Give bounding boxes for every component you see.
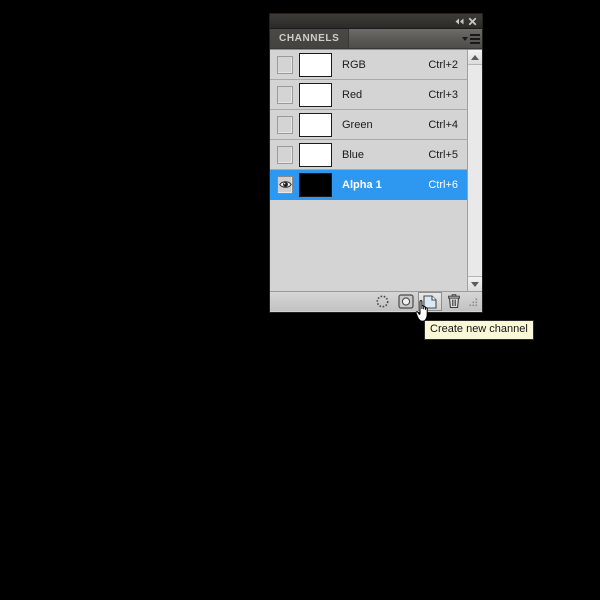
channel-thumbnail bbox=[299, 52, 332, 77]
tabstrip-filler bbox=[349, 29, 460, 48]
circle-in-square-glyph bbox=[398, 294, 414, 309]
close-icon[interactable] bbox=[466, 15, 479, 28]
double-left-arrow-icon[interactable] bbox=[453, 15, 466, 28]
panel-footer-toolbar bbox=[270, 291, 482, 311]
channel-name-label: Green bbox=[342, 118, 373, 131]
create-new-channel-icon[interactable] bbox=[418, 292, 442, 311]
visibility-empty-box bbox=[277, 55, 293, 74]
panel-menu-icon[interactable] bbox=[460, 29, 482, 48]
channel-row-red[interactable]: Red Ctrl+3 bbox=[270, 80, 467, 110]
vertical-scrollbar[interactable] bbox=[467, 50, 482, 291]
visibility-toggle-alpha-1[interactable] bbox=[274, 174, 296, 196]
resize-grip-glyph bbox=[469, 298, 478, 306]
double-left-arrow-glyph bbox=[455, 18, 464, 24]
visibility-toggle-blue[interactable] bbox=[274, 144, 296, 166]
panel-titlebar bbox=[270, 14, 482, 29]
arrow-down-glyph bbox=[471, 281, 479, 287]
chevron-down-icon bbox=[462, 36, 468, 41]
new-page-glyph bbox=[423, 294, 437, 309]
hamburger-icon bbox=[470, 33, 480, 44]
panel-body: RGB Ctrl+2 Red Ctrl+3 Green Ctrl+4 Blue Ctrl+5 A… bbox=[270, 49, 482, 291]
dotted-circle-glyph bbox=[376, 295, 388, 308]
channel-list: RGB Ctrl+2 Red Ctrl+3 Green Ctrl+4 Blue Ctrl+5 A… bbox=[270, 50, 467, 291]
channel-row-alpha-1[interactable]: Alpha 1 Ctrl+6 bbox=[270, 170, 467, 200]
channel-shortcut-label: Ctrl+6 bbox=[428, 178, 458, 191]
save-selection-as-channel-icon[interactable] bbox=[394, 292, 418, 311]
channel-shortcut-label: Ctrl+4 bbox=[428, 118, 458, 131]
panel-resize-grip[interactable] bbox=[468, 297, 478, 307]
channel-name-label: Red bbox=[342, 88, 363, 101]
scrollbar-track[interactable] bbox=[468, 65, 482, 276]
visibility-toggle-rgb[interactable] bbox=[274, 54, 296, 76]
channel-row-blue[interactable]: Blue Ctrl+5 bbox=[270, 140, 467, 170]
visibility-empty-box bbox=[277, 145, 293, 164]
panel-tabstrip: CHANNELS bbox=[270, 29, 482, 49]
tooltip: Create new channel bbox=[424, 320, 534, 340]
tooltip-text: Create new channel bbox=[430, 323, 528, 335]
tab-channels-label: CHANNELS bbox=[279, 33, 340, 44]
channel-thumbnail bbox=[299, 112, 332, 137]
visibility-toggle-red[interactable] bbox=[274, 84, 296, 106]
visibility-empty-box bbox=[277, 115, 293, 134]
arrow-up-glyph bbox=[471, 54, 479, 60]
scroll-down-arrow-icon[interactable] bbox=[468, 276, 482, 291]
visibility-empty-box bbox=[277, 85, 293, 104]
tab-channels[interactable]: CHANNELS bbox=[270, 29, 350, 48]
channels-panel: CHANNELS RGB Ctrl+2 Red Ctrl+3 Green Ctrl+4 Bl… bbox=[269, 13, 483, 313]
trash-glyph bbox=[448, 294, 460, 309]
channel-row-rgb[interactable]: RGB Ctrl+2 bbox=[270, 50, 467, 80]
channel-name-label: Alpha 1 bbox=[342, 178, 382, 191]
load-channel-as-selection-icon[interactable] bbox=[370, 292, 394, 311]
delete-channel-icon[interactable] bbox=[442, 292, 466, 311]
eye-icon bbox=[277, 175, 293, 194]
visibility-toggle-green[interactable] bbox=[274, 114, 296, 136]
eye-glyph bbox=[278, 181, 292, 188]
channel-name-label: Blue bbox=[342, 148, 365, 161]
scroll-up-arrow-icon[interactable] bbox=[468, 50, 482, 65]
channel-shortcut-label: Ctrl+2 bbox=[428, 58, 458, 71]
channel-thumbnail bbox=[299, 172, 332, 197]
channel-thumbnail bbox=[299, 142, 332, 167]
close-glyph bbox=[468, 17, 477, 25]
channel-name-label: RGB bbox=[342, 58, 366, 71]
channel-shortcut-label: Ctrl+3 bbox=[428, 88, 458, 101]
channel-thumbnail bbox=[299, 82, 332, 107]
channel-shortcut-label: Ctrl+5 bbox=[428, 148, 458, 161]
channel-row-green[interactable]: Green Ctrl+4 bbox=[270, 110, 467, 140]
